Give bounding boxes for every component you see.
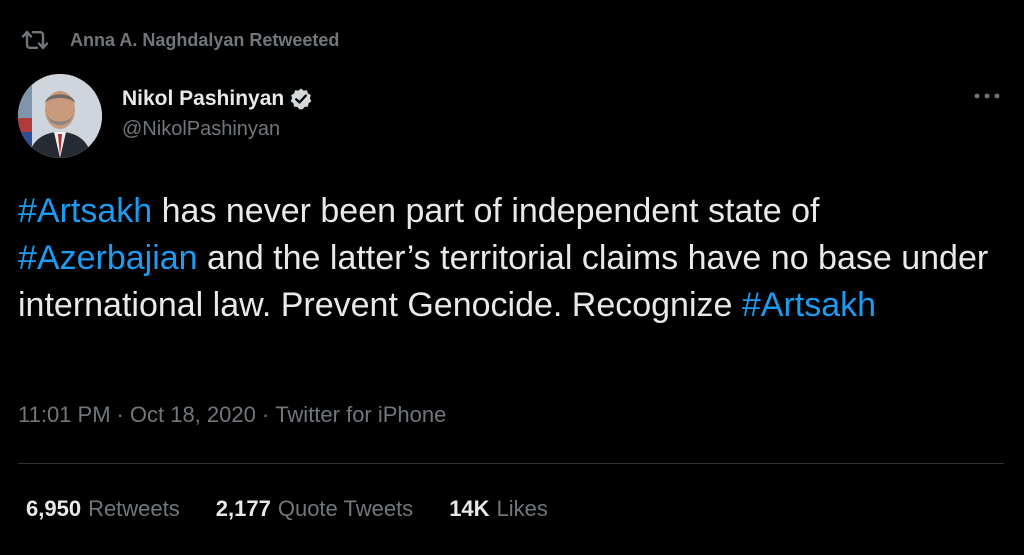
- retweet-context[interactable]: Anna A. Naghdalyan Retweeted: [22, 25, 339, 55]
- retweet-icon: [22, 27, 48, 53]
- tweet-detail: Anna A. Naghdalyan Retweeted Nikol Pashi…: [0, 0, 1024, 555]
- likes-count: 14K: [449, 496, 490, 521]
- author-info[interactable]: Nikol Pashinyan @NikolPashinyan: [122, 82, 315, 141]
- tweet-text-segment: has never been part of independent state…: [152, 192, 820, 230]
- more-options-icon[interactable]: [972, 84, 1002, 108]
- hashtag-artsakh[interactable]: #Artsakh: [742, 286, 876, 324]
- meta-separator: ·: [261, 402, 270, 427]
- retweets-label: Retweets: [88, 496, 180, 521]
- likes-stat[interactable]: 14K Likes: [449, 496, 548, 522]
- quote-tweets-stat[interactable]: 2,177 Quote Tweets: [216, 496, 413, 522]
- verified-badge-icon: [289, 86, 315, 112]
- hashtag-azerbajian[interactable]: #Azerbajian: [18, 239, 198, 277]
- tweet-date[interactable]: Oct 18, 2020: [130, 402, 256, 428]
- divider: [18, 463, 1004, 464]
- likes-label: Likes: [496, 496, 548, 521]
- quote-tweets-label: Quote Tweets: [277, 496, 414, 521]
- author-handle[interactable]: @NikolPashinyan: [122, 118, 315, 141]
- tweet-source[interactable]: Twitter for iPhone: [275, 402, 446, 428]
- retweet-context-label[interactable]: Anna A. Naghdalyan Retweeted: [70, 30, 339, 51]
- hashtag-artsakh[interactable]: #Artsakh: [18, 192, 152, 230]
- tweet-text: #Artsakh has never been part of independ…: [18, 188, 1008, 329]
- author-display-name[interactable]: Nikol Pashinyan: [122, 87, 284, 111]
- tweet-time[interactable]: 11:01 PM: [18, 402, 111, 428]
- tweet-meta: 11:01 PM · Oct 18, 2020 · Twitter for iP…: [18, 402, 446, 428]
- retweets-stat[interactable]: 6,950 Retweets: [26, 496, 180, 522]
- retweets-count: 6,950: [26, 496, 82, 521]
- tweet-stats: 6,950 Retweets 2,177 Quote Tweets 14K Li…: [26, 496, 584, 522]
- quote-tweets-count: 2,177: [215, 496, 271, 521]
- avatar[interactable]: [18, 74, 102, 158]
- meta-separator: ·: [116, 402, 124, 427]
- avatar-image: [18, 74, 102, 158]
